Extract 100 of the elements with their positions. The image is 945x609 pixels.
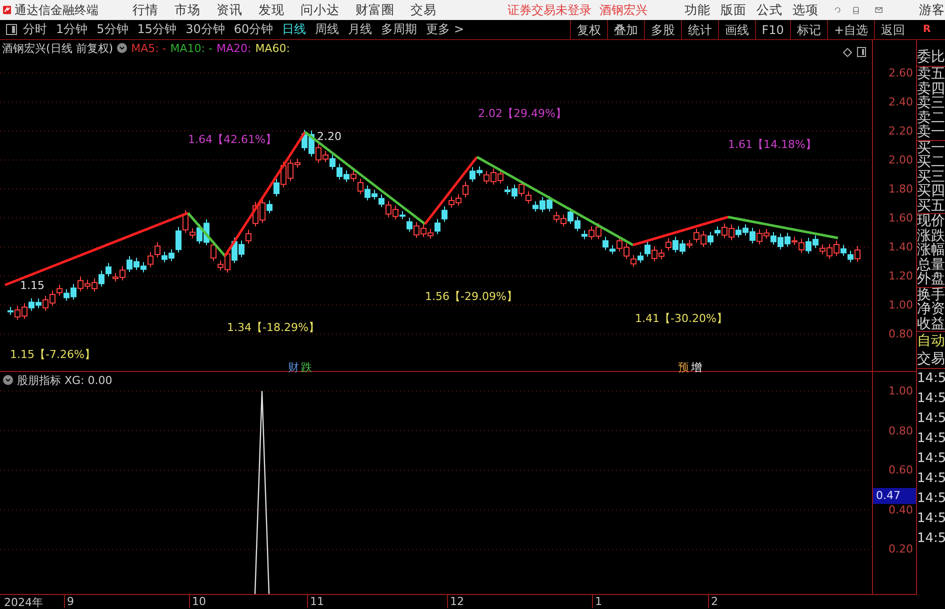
quote-label: 涨幅 [917,243,945,258]
trade-time: 14:5 [917,470,945,488]
trade-time: 14:5 [917,370,945,388]
pivot-label: 2.02【29.49%】 [478,106,566,121]
axis-label: 2024年 [3,595,43,609]
menu-item[interactable]: 交易 [410,2,436,18]
period-tab[interactable]: 分时 [23,21,47,38]
app-title: 通达信金融终端 [14,2,98,18]
period-tab[interactable]: 日线 [282,21,306,38]
panel-toggle-icon[interactable] [857,47,866,57]
status-notice: 酒钢宏兴 [600,2,648,18]
quote-label: 买五 [917,198,945,213]
menu-item[interactable]: 问小达 [300,2,340,18]
more-menu[interactable]: 更多 > [426,21,464,38]
axis-tick: 0.80 [888,424,913,438]
period-tab[interactable]: 周线 [315,21,340,38]
quote-label: 买一 [917,140,945,155]
indicator-title: 股朋指标 XG: 0.00 [17,372,112,388]
period-tab[interactable]: 5分钟 [96,21,128,38]
pivot-label: 1.15【-7.26%】 [10,347,96,362]
chevron-icon[interactable] [3,375,13,385]
pivot-label: 1.61【14.18%】 [728,137,816,152]
logo-icon [3,3,12,17]
toolbar-button[interactable]: 统计 [680,20,718,40]
toolbar-button[interactable]: 复权 [570,20,607,40]
axis-tick: 2.00 [888,154,913,166]
quote-label: 总量 [917,258,945,272]
toolbar-button[interactable]: 画线 [718,20,755,40]
axis-tick: 1.80 [888,182,913,196]
trade-time: 14:5 [917,490,945,508]
diamond-icon[interactable] [843,48,852,57]
event-mark[interactable]: 增 [691,360,703,375]
quote-label: 买三 [917,170,945,184]
period-tab[interactable]: 1分钟 [56,21,88,38]
quote-label: 涨跌 [917,228,945,243]
chevron-icon[interactable] [117,43,128,53]
event-mark[interactable]: 财 [288,360,300,375]
menu-item[interactable]: 行情 [132,2,158,18]
quote-label: 买二 [917,155,945,170]
ma-legend: MA5: - [131,42,166,54]
axis-tick: 0.60 [888,464,913,477]
quote-label: 卖三 [917,96,945,110]
toolbar-button[interactable]: 多股 [644,20,681,40]
axis-label: 10 [189,595,206,608]
pivot-label: 1.34【-18.29%】 [227,320,320,335]
corner-button[interactable]: R [917,20,945,40]
toolbar-button[interactable]: 叠加 [606,20,644,40]
period-tab[interactable]: 15分钟 [137,21,177,38]
menu-item[interactable]: 发现 [258,2,284,18]
event-mark[interactable]: 跌 [301,360,313,375]
trade-time: 14:5 [917,410,945,428]
trade-time: 14:5 [917,510,945,528]
quote-label: 外盘 [917,272,945,286]
quote-label: 卖四 [917,82,945,96]
menu-item[interactable]: 版面 [720,2,746,18]
mail-icon[interactable] [875,5,883,15]
auto-label[interactable]: 自动 [917,332,945,350]
ma-legend: MA60: [255,42,290,54]
quote-label: 委比 [917,48,945,66]
axis-tick: 1.20 [888,270,913,282]
menu-item[interactable]: 市场 [174,2,200,18]
chart-title: 酒钢宏兴(日线 前复权) [2,40,114,56]
toolbar-button[interactable]: 标记 [790,20,827,40]
toolbar-button[interactable]: +自选 [826,20,874,40]
quote-label: 收益 [917,316,945,331]
quote-label: 换手 [917,288,945,302]
pivot-label: 1.56【-29.09%】 [425,289,518,304]
menu-item[interactable]: 财富圈 [355,2,394,18]
period-tab[interactable]: 多周期 [381,21,418,38]
trade-time: 14:5 [917,450,945,468]
axis-tick: 2.40 [888,96,913,108]
pivot-label: 1.15 [20,279,44,292]
quote-label: 卖一 [917,125,945,140]
axis-tick: 0.80 [888,328,913,340]
menu-item[interactable]: 功能 [684,2,710,18]
pivot-label: 1.64【42.61%】 [188,132,276,147]
axis-tick: 0.40 [888,503,913,516]
menu-item[interactable]: 选项 [792,2,818,18]
menu-item[interactable]: 资讯 [216,2,242,18]
user-label[interactable]: 游客 [919,2,945,18]
period-tab[interactable]: 月线 [348,21,372,38]
panel-toggle-icon[interactable] [6,24,17,35]
current-value-tag: 0.47 [873,488,916,504]
quote-label: 买四 [917,184,945,198]
axis-tick: 2.60 [888,66,913,80]
period-tab[interactable]: 60分钟 [234,21,274,38]
menu-item[interactable]: 公式 [756,2,782,18]
axis-label: 9 [64,595,74,608]
axis-label: 11 [307,595,324,608]
trade-time: 14:5 [917,530,945,548]
event-mark[interactable]: 预 [678,360,690,375]
pivot-label: 1.41【-30.20%】 [635,311,728,326]
quote-label: 净资 [917,302,945,316]
period-tab[interactable]: 30分钟 [186,21,225,38]
toolbar-button[interactable]: F10 [754,20,790,40]
quote-label: 卖五 [917,67,945,82]
quote-label: 现价 [917,214,945,228]
toolbar-button[interactable]: 返回 [874,20,911,40]
axis-tick: 1.40 [888,240,913,254]
status-notice: 证券交易未登录 [508,2,592,18]
